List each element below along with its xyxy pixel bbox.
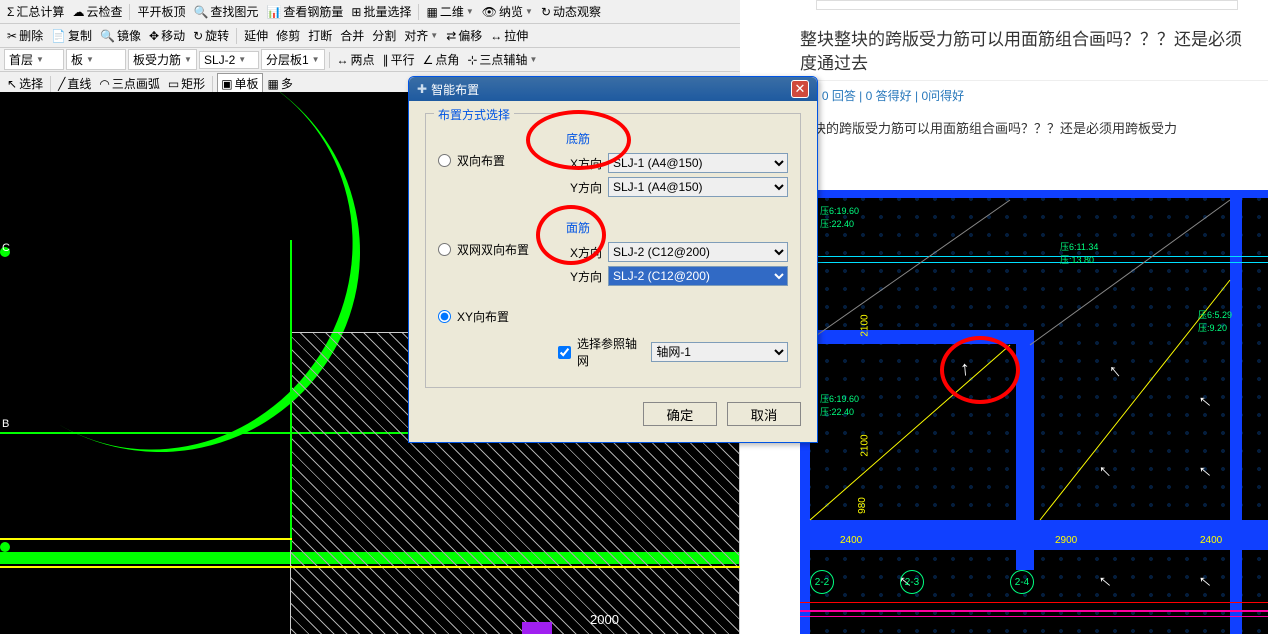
select-axis[interactable]: 轴网-1 [651, 342, 788, 362]
tb-move[interactable]: ✥ 移动 [146, 26, 188, 45]
dim-980: 980 [857, 497, 868, 514]
section-top: 面筋 [566, 219, 788, 236]
dim-2100a: 2100 [860, 314, 871, 336]
axis-22: 2-2 [810, 570, 834, 594]
tb-rect[interactable]: ▭ 矩形 [165, 74, 208, 93]
tb-rotate[interactable]: ↻ 旋转 [190, 26, 232, 45]
dd-cat[interactable]: 板▼ [66, 49, 126, 70]
dialog-title-text: 智能布置 [431, 81, 479, 98]
tb-2pt[interactable]: ↔ 两点 [334, 50, 378, 69]
tb-batch[interactable]: ⊞ 批量选择 [348, 2, 414, 21]
tb-view[interactable]: 👁 纳览 ▼ [479, 2, 536, 21]
tb-split[interactable]: 分割 [369, 26, 399, 45]
label-4: 压6:19.60 压:22.40 [820, 392, 859, 418]
tb-single[interactable]: ▣ 单板 [217, 73, 262, 94]
group-title: 布置方式选择 [434, 106, 514, 123]
tb-cloud[interactable]: ☁ 云检查 [69, 2, 125, 21]
dim-2100b: 2100 [860, 434, 871, 456]
tb-merge[interactable]: 合并 [337, 26, 367, 45]
select-bottom-y[interactable]: SLJ-1 (A4@150) [608, 177, 788, 197]
radio-xy-label: XY向布置 [457, 308, 509, 325]
x-label-1: X方向 [566, 155, 602, 172]
radio-xy[interactable] [438, 310, 451, 323]
tb-trim[interactable]: 修剪 [273, 26, 303, 45]
dd-sub[interactable]: 板受力筋▼ [128, 49, 197, 70]
layout-groupbox: 布置方式选择 双向布置 底筋 X方向 SLJ-1 (A4@150) Y方向 [425, 113, 801, 388]
toolbar-3: 首层▼ 板▼ 板受力筋▼ SLJ-2▼ 分层板1▼ ↔ 两点 ∥ 平行 ∠ 点角… [0, 48, 740, 72]
axis-23: 2-3 [900, 570, 924, 594]
toolbar-1: Σ 汇总计算 ☁ 云检查 平开板顶 🔍 查找图元 📊 查看钢筋量 ⊞ 批量选择 … [0, 0, 740, 24]
meta-ask[interactable]: 0问得好 [921, 89, 964, 103]
tb-stretch[interactable]: ↔ 拉伸 [487, 26, 531, 45]
dim-2400b: 2400 [1200, 535, 1222, 546]
tb-mirror[interactable]: 🔍 镜像 [97, 26, 144, 45]
tb-copy[interactable]: 📄 复制 [48, 26, 95, 45]
dim-2000: 2000 [590, 612, 619, 627]
cancel-button[interactable]: 取消 [727, 402, 801, 426]
arrow-1: ↑ [959, 358, 971, 382]
select-bottom-x[interactable]: SLJ-1 (A4@150) [608, 153, 788, 173]
right-panel: 整块整块的跨版受力筋可以用面筋组合画吗？？？还是必须度通过去 次 | 0 回答 … [740, 0, 1268, 634]
label-1: 压6:19.60 压:22.40 [820, 204, 859, 230]
dialog-icon: ✚ [417, 82, 427, 96]
tb-rebar[interactable]: 📊 查看钢筋量 [263, 2, 346, 21]
tb-line[interactable]: ╱ 直线 [55, 74, 94, 93]
question-meta: 次 | 0 回答 | 0 答得好 | 0问得好 [740, 81, 1268, 110]
tb-dyn[interactable]: ↻ 动态观察 [538, 2, 604, 21]
tb-find[interactable]: 🔍 查找图元 [190, 2, 261, 21]
close-icon[interactable]: ✕ [791, 80, 809, 98]
y-label-2: Y方向 [566, 268, 602, 285]
toolbar-2: ✂ 删除 📄 复制 🔍 镜像 ✥ 移动 ↻ 旋转 延伸 修剪 打断 合并 分割 … [0, 24, 740, 48]
tb-multi[interactable]: ▦ 多 [265, 74, 296, 93]
radio-doublenet-label: 双网双向布置 [457, 241, 529, 258]
checkbox-refaxis[interactable] [558, 346, 571, 359]
tb-break[interactable]: 打断 [305, 26, 335, 45]
dialog-titlebar[interactable]: ✚ 智能布置 ✕ [409, 77, 817, 101]
label-2: 压6:11.34 压:13.80 [1060, 240, 1098, 266]
section-bottom: 底筋 [566, 130, 788, 147]
dd-floor[interactable]: 首层▼ [4, 49, 64, 70]
select-top-x[interactable]: SLJ-2 (C12@200) [608, 242, 788, 262]
tb-3pt[interactable]: ⊹ 三点辅轴 ▼ [464, 50, 540, 69]
tb-ptang[interactable]: ∠ 点角 [420, 50, 463, 69]
select-top-y[interactable]: SLJ-2 (C12@200) [608, 266, 788, 286]
x-label-2: X方向 [566, 244, 602, 261]
check-label: 选择参照轴网 [577, 335, 645, 369]
question-title: 整块整块的跨版受力筋可以用面筋组合画吗？？？还是必须度通过去 [800, 28, 1248, 76]
dd-layer[interactable]: 分层板1▼ [261, 49, 325, 70]
point-b: B [2, 418, 9, 430]
dim-2400: 2400 [840, 535, 862, 546]
radio-doublenet[interactable] [438, 243, 451, 256]
radio-double[interactable] [438, 154, 451, 167]
purple-block [522, 622, 552, 634]
tb-sum[interactable]: Σ 汇总计算 [4, 2, 67, 21]
tb-select[interactable]: ↖ 选择 [4, 74, 46, 93]
tb-align[interactable]: 对齐 ▼ [401, 26, 441, 45]
point-c: C [2, 242, 10, 254]
related-question[interactable]: 整块的跨版受力筋可以用面筋组合画吗？？？还是必须用跨板受力 [740, 110, 1268, 143]
tb-2d[interactable]: ▦ 二维 ▼ [423, 2, 476, 21]
dim-2900: 2900 [1055, 535, 1077, 546]
ok-button[interactable]: 确定 [643, 402, 717, 426]
label-3: 压6:5.29 压:9.20 [1198, 308, 1232, 334]
y-label-1: Y方向 [566, 179, 602, 196]
axis-24: 2-4 [1010, 570, 1034, 594]
tb-parallel[interactable]: ∥ 平行 [380, 50, 418, 69]
dd-code[interactable]: SLJ-2▼ [199, 51, 259, 69]
meta-good[interactable]: 0 答得好 [866, 89, 912, 103]
tb-delete[interactable]: ✂ 删除 [4, 26, 46, 45]
radio-double-label: 双向布置 [457, 152, 505, 169]
tb-offset[interactable]: ⇄ 偏移 [443, 26, 485, 45]
right-canvas[interactable]: 2400 2900 2400 2100 2100 980 压6:19.60 压:… [800, 190, 1268, 634]
tb-arc[interactable]: ◠ 三点画弧 [96, 74, 163, 93]
tb-extend[interactable]: 延伸 [241, 26, 271, 45]
dialog-smart-layout: ✚ 智能布置 ✕ 布置方式选择 双向布置 底筋 X方向 SLJ-1 (A4@15… [408, 76, 818, 443]
meta-ans[interactable]: 0 回答 [822, 89, 856, 103]
tb-flat[interactable]: 平开板顶 [134, 2, 188, 21]
